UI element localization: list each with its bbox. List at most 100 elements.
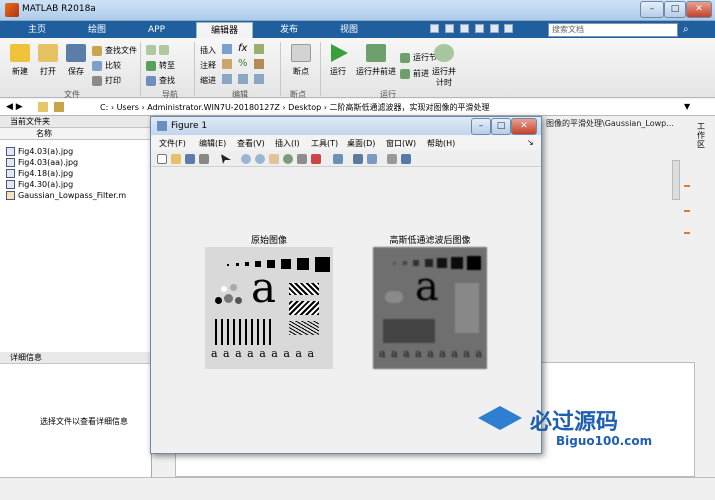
menu-desktop[interactable]: 桌面(D) bbox=[347, 138, 375, 149]
list-item[interactable]: Fig4.03(aa).jpg bbox=[0, 157, 151, 168]
new-button[interactable]: 新建 bbox=[6, 44, 34, 77]
save-button[interactable]: 保存 bbox=[62, 44, 90, 77]
open-button[interactable]: 打开 bbox=[34, 44, 62, 77]
menu-insert[interactable]: 插入(I) bbox=[275, 138, 300, 149]
breakpoints-label: 断点 bbox=[293, 67, 309, 76]
legend-icon[interactable] bbox=[367, 154, 377, 164]
indent-label: 缩进 bbox=[200, 76, 216, 85]
folder-up-icon[interactable] bbox=[38, 102, 48, 112]
menu-window[interactable]: 窗口(W) bbox=[386, 138, 416, 149]
pan-icon[interactable] bbox=[269, 154, 279, 164]
browse-folder-icon[interactable] bbox=[54, 102, 64, 112]
search-icon[interactable]: ⌕ bbox=[683, 24, 689, 35]
tab-view[interactable]: 视图 bbox=[326, 22, 372, 38]
tab-editor[interactable]: 编辑器 bbox=[196, 22, 254, 38]
insert-button[interactable]: 插入 bbox=[200, 45, 216, 56]
tab-publish[interactable]: 发布 bbox=[266, 22, 312, 38]
list-item[interactable]: Fig4.18(a).jpg bbox=[0, 168, 151, 179]
indent-right-icon[interactable] bbox=[254, 74, 264, 84]
run-icon bbox=[331, 44, 348, 62]
m-file-icon bbox=[6, 191, 15, 200]
comment-button[interactable]: 注释 bbox=[200, 60, 216, 71]
path-breadcrumb[interactable]: C: › Users › Administrator.WIN7U-2018012… bbox=[100, 102, 489, 113]
percent-icon[interactable]: % bbox=[238, 58, 248, 69]
brush-icon[interactable] bbox=[311, 154, 321, 164]
wrap-icon[interactable] bbox=[254, 59, 264, 69]
tab-home[interactable]: 主页 bbox=[14, 22, 60, 38]
name-column-header[interactable]: 名称 bbox=[0, 128, 151, 140]
data-cursor-icon[interactable] bbox=[297, 154, 307, 164]
compare-icon bbox=[92, 60, 102, 71]
new-figure-icon[interactable] bbox=[157, 154, 167, 164]
zoom-in-icon[interactable] bbox=[241, 154, 251, 164]
figure-minimize-button[interactable]: – bbox=[471, 118, 491, 135]
blurred-letter-row: a a a a a a a a a bbox=[379, 347, 483, 360]
minimize-button[interactable]: – bbox=[640, 1, 664, 18]
search-input[interactable]: 搜索文档 bbox=[548, 23, 678, 37]
hide-plot-tools-icon[interactable] bbox=[387, 154, 397, 164]
print-button[interactable]: 打印 bbox=[92, 75, 121, 86]
workspace-label[interactable]: 工作区 bbox=[697, 122, 709, 149]
run-advance-button[interactable]: 运行并前进 bbox=[354, 44, 398, 77]
status-bar bbox=[0, 477, 715, 500]
print-icon[interactable] bbox=[199, 154, 209, 164]
link-icon[interactable] bbox=[333, 154, 343, 164]
fx-icon[interactable]: fx bbox=[238, 43, 247, 54]
colorbar-icon[interactable] bbox=[353, 154, 363, 164]
insert-icon[interactable] bbox=[254, 44, 264, 54]
vertical-bars bbox=[215, 319, 271, 345]
menu-help[interactable]: 帮助(H) bbox=[427, 138, 455, 149]
back-arrow-icon[interactable]: ◀ ▶ bbox=[6, 102, 23, 112]
rotate-icon[interactable] bbox=[283, 154, 293, 164]
list-item[interactable]: Gaussian_Lowpass_Filter.m bbox=[0, 190, 151, 201]
tab-apps[interactable]: APP bbox=[134, 22, 179, 38]
watermark-text: 必过源码 bbox=[530, 410, 619, 435]
figure-window[interactable]: Figure 1 – □ ✕ 文件(F) 编辑(E) 查看(V) 插入(I) 工… bbox=[150, 116, 542, 454]
maximize-button[interactable]: □ bbox=[664, 1, 686, 18]
find-files-label: 查找文件 bbox=[105, 46, 137, 55]
save-icon[interactable] bbox=[185, 154, 195, 164]
comment-icon[interactable] bbox=[222, 59, 232, 69]
run-button[interactable]: 运行 bbox=[324, 44, 352, 77]
list-item[interactable]: Fig4.03(a).jpg bbox=[0, 146, 151, 157]
menu-edit[interactable]: 编辑(E) bbox=[199, 138, 226, 149]
open-label: 打开 bbox=[40, 67, 56, 76]
run-time-button[interactable]: 运行并计时 bbox=[430, 44, 458, 88]
insert-section-icon[interactable] bbox=[222, 44, 232, 54]
menu-tools[interactable]: 工具(T) bbox=[311, 138, 338, 149]
find-button[interactable]: 查找 bbox=[146, 75, 175, 86]
menu-view[interactable]: 查看(V) bbox=[237, 138, 265, 149]
breakpoints-button[interactable]: 断点 bbox=[286, 44, 316, 77]
figure-maximize-button[interactable]: □ bbox=[491, 118, 511, 135]
editor-tab-path[interactable]: 图像的平滑处理\Gaussian_Lowp... bbox=[546, 118, 715, 130]
run-advance-label: 运行并前进 bbox=[356, 67, 396, 76]
details-message: 选择文件以查看详细信息 bbox=[40, 417, 128, 426]
save-icon bbox=[66, 44, 86, 62]
indent-button[interactable]: 缩进 bbox=[200, 75, 216, 86]
dock-arrow-icon[interactable]: ↘ bbox=[527, 138, 534, 147]
advance-button[interactable]: 前进 bbox=[400, 68, 429, 79]
tab-plots[interactable]: 绘图 bbox=[74, 22, 120, 38]
original-image: a a a a a a a a a a bbox=[205, 247, 333, 369]
indent-left-icon[interactable] bbox=[238, 74, 248, 84]
goto-icon bbox=[146, 60, 156, 71]
indent-icon[interactable] bbox=[222, 74, 232, 84]
close-button[interactable]: ✕ bbox=[686, 1, 712, 18]
pointer-icon[interactable] bbox=[221, 154, 231, 164]
goto-button[interactable]: 转至 bbox=[146, 60, 175, 71]
back-forward-buttons[interactable] bbox=[146, 45, 172, 55]
code-marker bbox=[684, 185, 690, 187]
ribbon-divider bbox=[140, 42, 141, 96]
find-files-button[interactable]: 查找文件 bbox=[92, 45, 137, 56]
title-bar: MATLAB R2018a – □ ✕ bbox=[0, 0, 715, 21]
figure-close-button[interactable]: ✕ bbox=[511, 118, 537, 135]
show-plot-tools-icon[interactable] bbox=[401, 154, 411, 164]
zoom-out-icon[interactable] bbox=[255, 154, 265, 164]
list-item[interactable]: Fig4.30(a).jpg bbox=[0, 179, 151, 190]
open-icon[interactable] bbox=[171, 154, 181, 164]
ribbon-divider bbox=[194, 42, 195, 96]
compare-button[interactable]: 比较 bbox=[92, 60, 121, 71]
editor-scrollbar[interactable] bbox=[672, 160, 680, 200]
menu-file[interactable]: 文件(F) bbox=[159, 138, 186, 149]
chevron-down-icon[interactable]: ▼ bbox=[684, 102, 690, 111]
